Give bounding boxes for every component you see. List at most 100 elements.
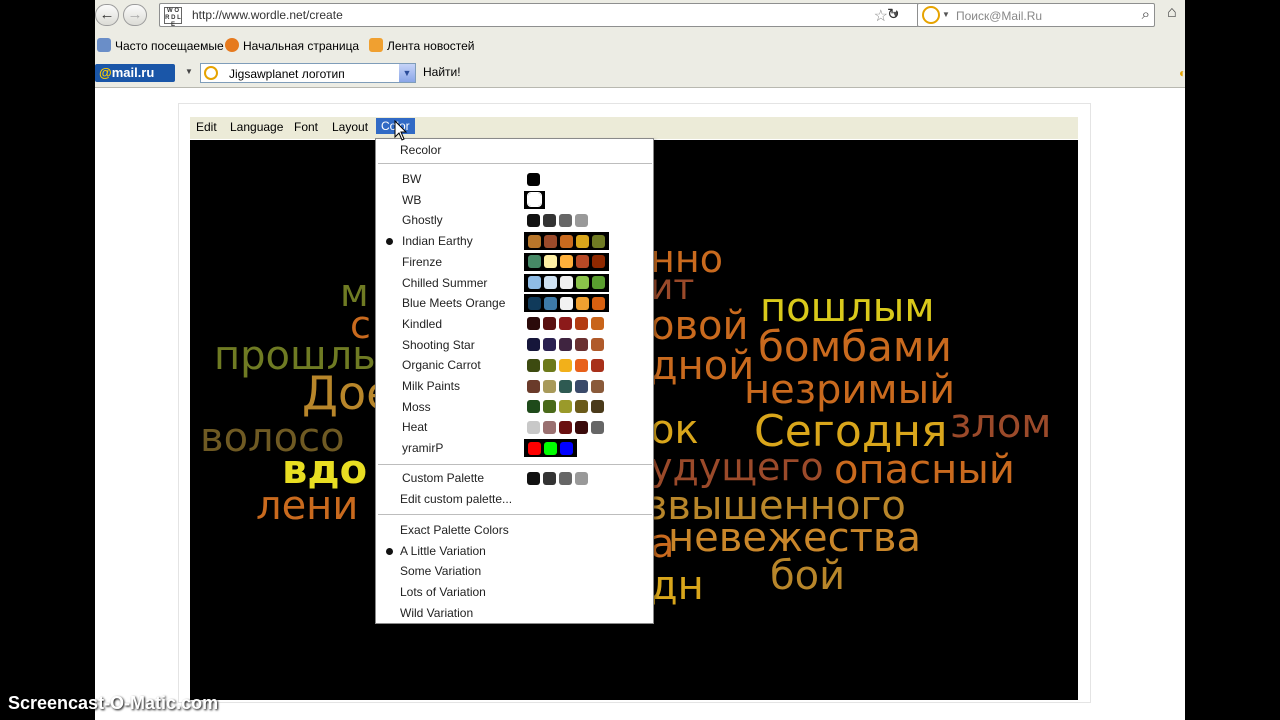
reload-icon[interactable]: ↻ — [887, 5, 900, 23]
cloud-word: невежества — [668, 515, 921, 561]
mailru-menu-dropdown-icon[interactable]: ▼ — [185, 67, 193, 76]
palette-item-heat[interactable]: Heat — [376, 417, 653, 437]
cloud-word: бомбами — [758, 322, 952, 371]
bookmark-star-icon[interactable]: ☆ — [874, 6, 888, 26]
color-swatch — [591, 400, 604, 414]
palette-item-organic-carrot[interactable]: Organic Carrot — [376, 355, 653, 375]
palette-swatches — [524, 190, 545, 209]
color-swatch — [543, 400, 556, 414]
search-input[interactable]: ▼ Поиск@Mail.Ru ⌕ — [917, 3, 1155, 27]
color-swatch — [576, 276, 589, 289]
color-swatch — [528, 441, 541, 455]
palette-item-indian-earthy[interactable]: Indian Earthy — [376, 231, 653, 251]
variation-item-exact-palette-colors[interactable]: Exact Palette Colors — [376, 520, 653, 540]
menu-separator — [378, 514, 652, 515]
palette-item-chilled-summer[interactable]: Chilled Summer — [376, 273, 653, 293]
color-swatch — [528, 276, 541, 289]
cloud-word: ит — [650, 267, 695, 308]
color-swatch — [543, 358, 556, 372]
color-swatch — [559, 358, 572, 372]
mailru-search-engine-icon[interactable] — [922, 6, 940, 24]
variation-label: Exact Palette Colors — [400, 523, 509, 537]
palette-item-yramirp[interactable]: yramirP — [376, 438, 653, 458]
bookmark-most-visited[interactable]: Часто посещаемые — [97, 38, 224, 53]
color-swatch — [575, 420, 588, 434]
color-swatch — [560, 255, 573, 269]
color-swatch — [559, 379, 572, 393]
find-button[interactable]: Найти! — [423, 65, 461, 79]
color-swatch — [528, 296, 541, 310]
edit-custom-palette-item[interactable]: Edit custom palette... — [376, 489, 653, 509]
palette-item-moss[interactable]: Moss — [376, 397, 653, 417]
back-button[interactable]: ← — [95, 4, 119, 26]
variation-label: A Little Variation — [400, 543, 486, 558]
color-swatch — [527, 400, 540, 414]
color-swatch — [559, 471, 572, 485]
color-swatch — [543, 379, 556, 393]
mailru-logo[interactable]: @mail.ru — [95, 64, 175, 82]
palette-swatches — [524, 356, 607, 375]
palette-item-kindled[interactable]: Kindled — [376, 314, 653, 334]
color-swatch — [591, 420, 604, 434]
palette-swatches — [524, 418, 607, 437]
palette-item-firenze[interactable]: Firenze — [376, 252, 653, 272]
color-swatch — [543, 420, 556, 434]
variation-label: Some Variation — [400, 564, 482, 579]
palette-swatches — [524, 273, 609, 292]
browser-toolbar: ← → W O R D L E http://www.wordle.net/cr… — [95, 0, 1185, 88]
color-swatch — [592, 276, 605, 289]
color-swatch — [576, 234, 589, 248]
menu-edit[interactable]: Edit — [196, 120, 217, 134]
mailru-search-field[interactable]: Jigsawplanet логотип ▼ — [200, 63, 416, 83]
color-swatch — [527, 420, 540, 434]
forward-button[interactable]: → — [123, 4, 147, 26]
palette-item-ghostly[interactable]: Ghostly — [376, 210, 653, 230]
bookmark-start-page[interactable]: Начальная страница — [225, 38, 359, 53]
palette-item-milk-paints[interactable]: Milk Paints — [376, 376, 653, 396]
palette-item-bw[interactable]: BW — [376, 169, 653, 189]
cloud-word: бой — [770, 553, 846, 599]
color-swatch — [527, 379, 540, 393]
menu-language[interactable]: Language — [230, 120, 283, 134]
variation-item-wild-variation[interactable]: Wild Variation — [376, 603, 653, 623]
color-swatch — [576, 255, 589, 269]
variation-item-some-variation[interactable]: Some Variation — [376, 561, 653, 581]
palette-swatches — [524, 397, 607, 416]
palette-item-wb[interactable]: WB — [376, 190, 653, 210]
palette-label: Moss — [402, 399, 431, 414]
cloud-word: овой — [650, 303, 749, 349]
color-swatch — [575, 317, 588, 331]
palette-item-custom[interactable]: Custom Palette — [376, 468, 653, 488]
home-icon[interactable]: ⌂ — [1167, 4, 1177, 22]
color-swatch — [591, 338, 604, 352]
menu-layout[interactable]: Layout — [332, 120, 368, 134]
address-bar[interactable]: W O R D L E http://www.wordle.net/create… — [159, 3, 919, 28]
engine-dropdown-icon[interactable]: ▼ — [942, 10, 950, 19]
palette-label: Shooting Star — [402, 337, 475, 352]
mouse-pointer-icon — [394, 120, 408, 141]
bookmark-folder-icon — [97, 38, 111, 52]
palette-label: yramirP — [402, 441, 444, 456]
cloud-word: удущего — [650, 445, 824, 489]
recolor-item[interactable]: Recolor — [376, 140, 653, 160]
variation-item-a-little-variation[interactable]: A Little Variation — [376, 541, 653, 561]
palette-swatches — [524, 377, 607, 395]
mailru-search-value: Jigsawplanet логотип — [229, 67, 345, 81]
menu-font[interactable]: Font — [294, 120, 318, 134]
color-swatch — [543, 471, 556, 485]
palette-swatches — [524, 252, 609, 271]
color-swatch — [527, 358, 540, 372]
color-swatch — [560, 234, 573, 248]
palette-item-blue-meets-orange[interactable]: Blue Meets Orange — [376, 293, 653, 313]
color-swatch — [575, 358, 588, 372]
variation-item-lots-of-variation[interactable]: Lots of Variation — [376, 582, 653, 602]
wordle-menubar: Edit Language Font Layout Color — [190, 117, 1078, 139]
palette-item-shooting-star[interactable]: Shooting Star — [376, 335, 653, 355]
chevron-down-icon[interactable]: ▼ — [399, 64, 415, 82]
bookmark-news-feed[interactable]: Лента новостей — [369, 38, 475, 53]
search-placeholder: Поиск@Mail.Ru — [956, 9, 1043, 23]
color-swatch — [592, 234, 605, 248]
mailru-search-icon — [204, 66, 218, 80]
search-icon[interactable]: ⌕ — [1142, 6, 1150, 23]
selected-bullet-icon — [386, 547, 393, 555]
